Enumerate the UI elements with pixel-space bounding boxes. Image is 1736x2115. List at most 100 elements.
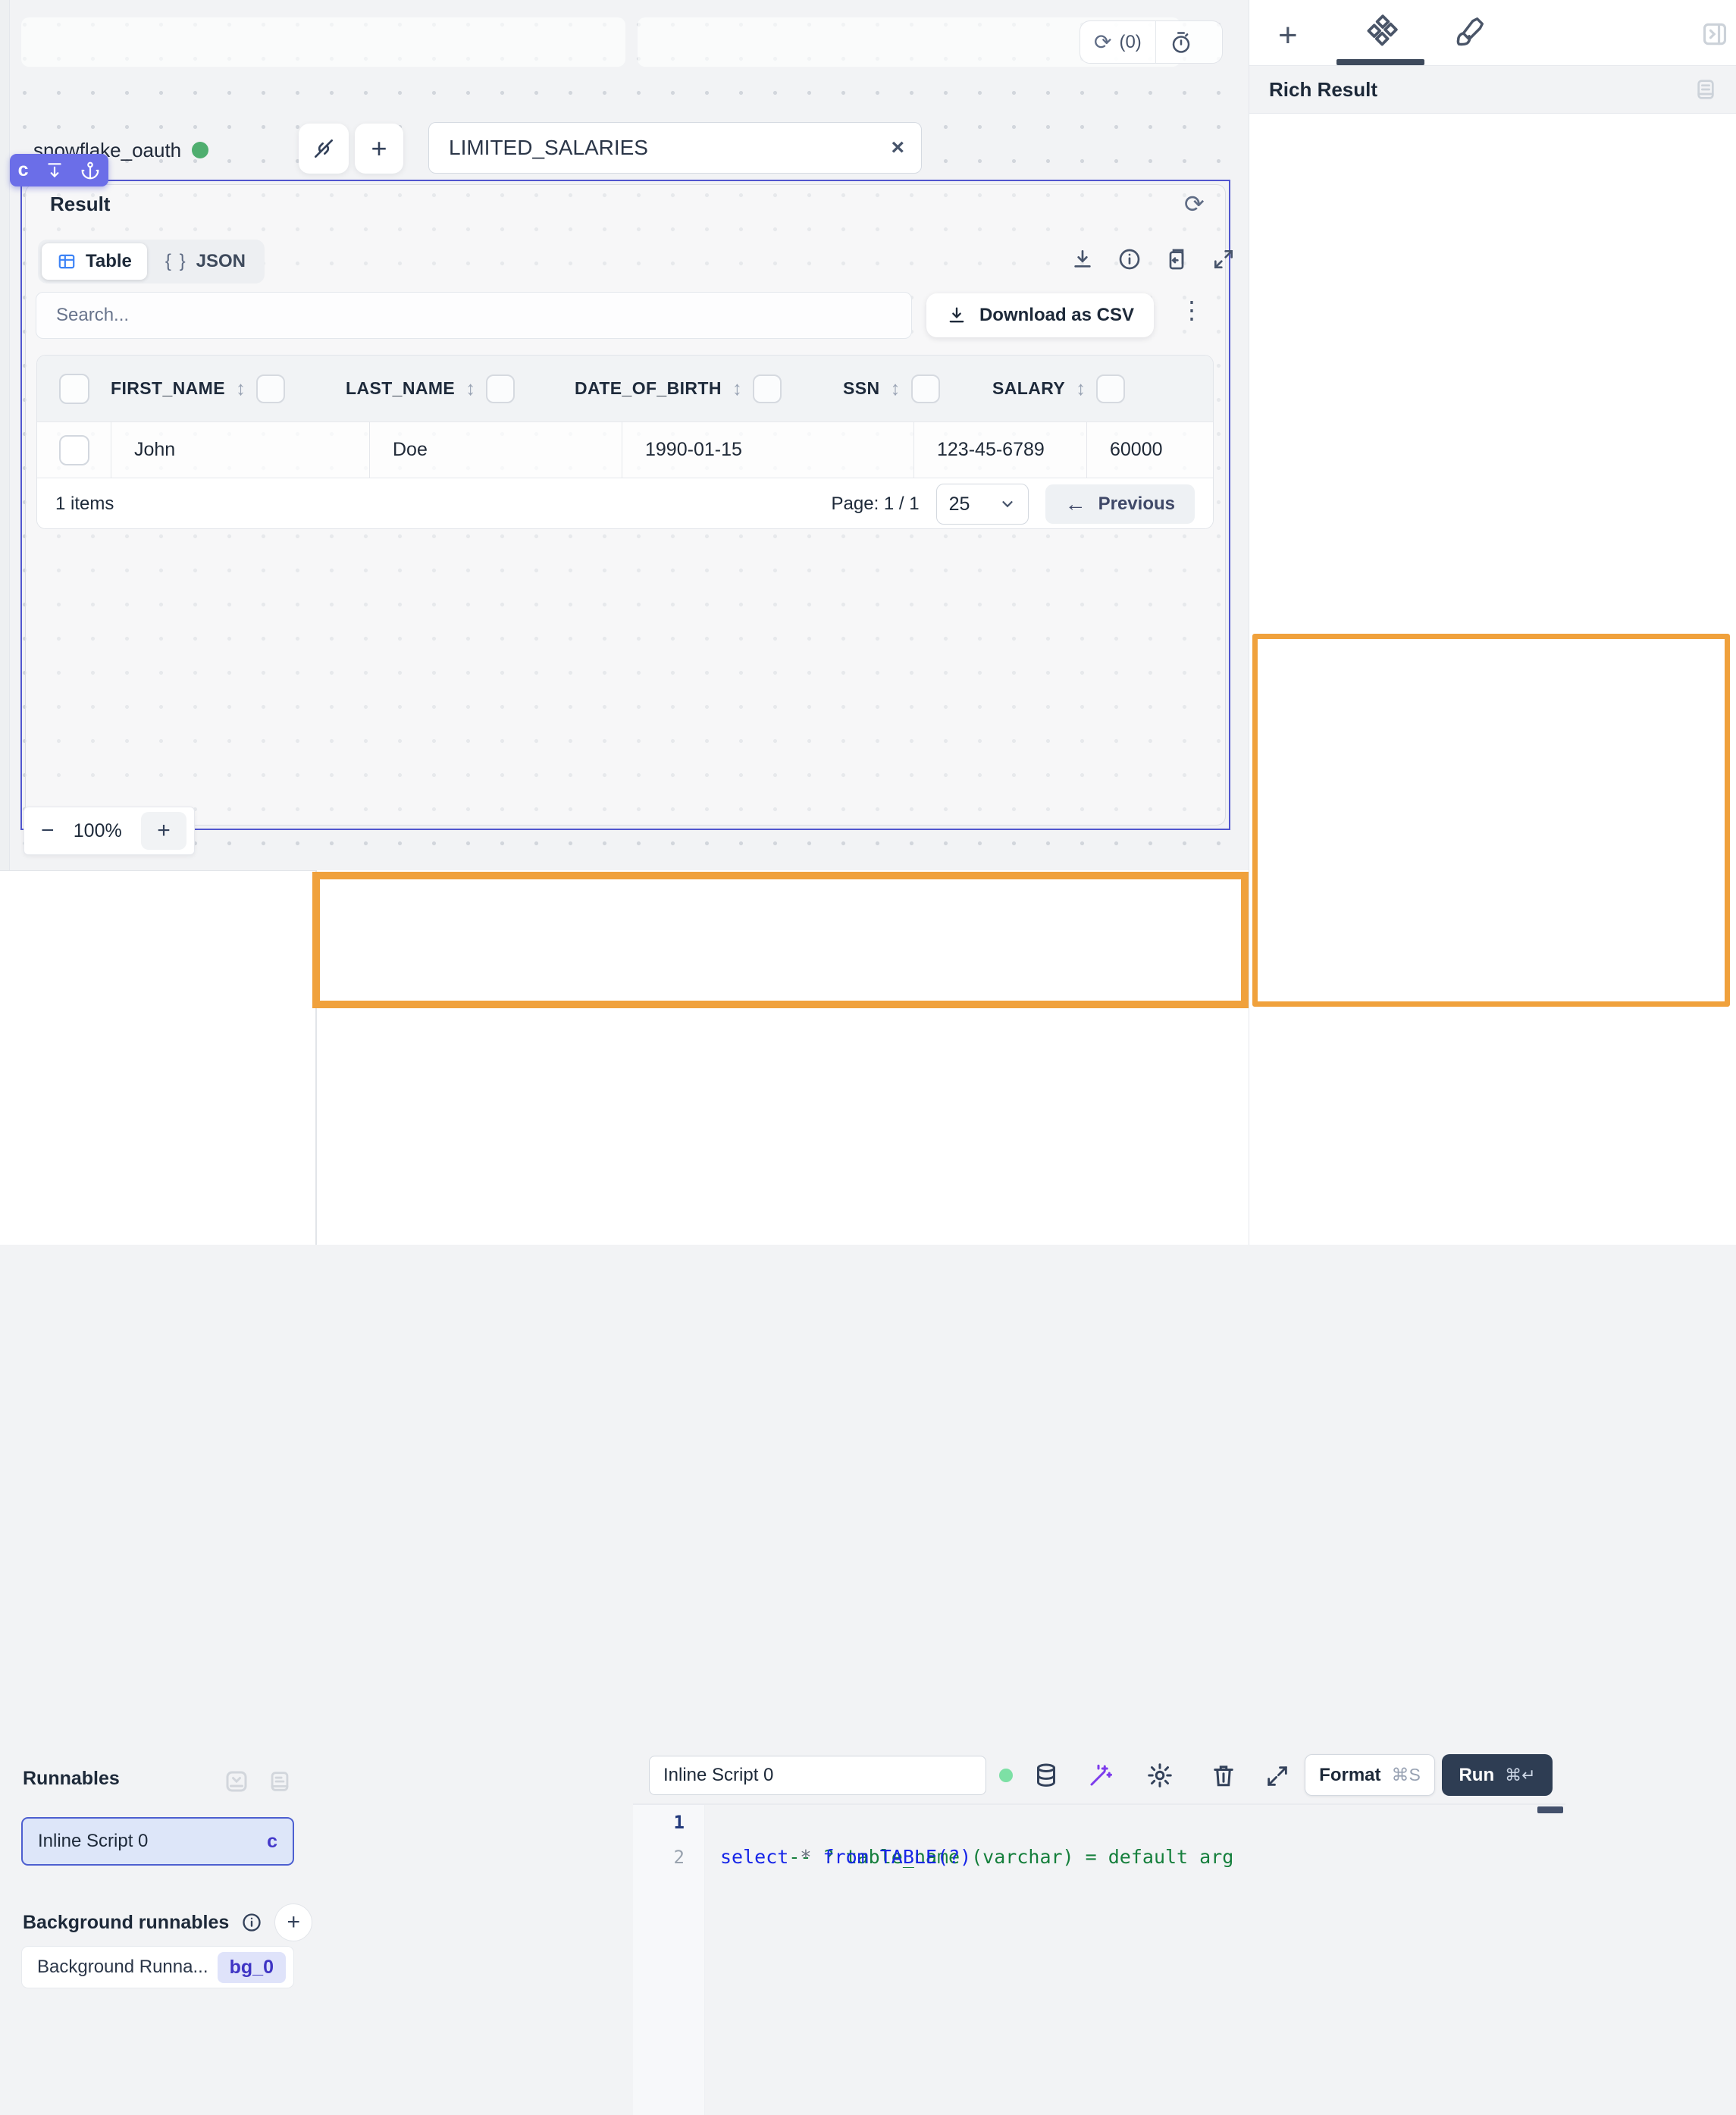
row-checkbox[interactable] bbox=[59, 435, 89, 465]
braces-icon: { } bbox=[165, 251, 187, 272]
col-header[interactable]: SSN ↕ bbox=[843, 356, 992, 421]
plus-icon: + bbox=[371, 133, 387, 164]
script-status-dot bbox=[999, 1769, 1013, 1782]
sort-icon[interactable]: ↕ bbox=[891, 377, 901, 400]
view-tabs: Table { } JSON bbox=[38, 240, 265, 284]
line-number-2: 2 bbox=[633, 1840, 704, 1875]
active-tab-underline bbox=[1336, 59, 1424, 65]
unlink-button[interactable] bbox=[299, 124, 349, 174]
refresh-count: (0) bbox=[1119, 32, 1141, 53]
anchor-icon[interactable] bbox=[80, 161, 100, 180]
insert-tab-plus-icon[interactable]: + bbox=[1278, 17, 1298, 55]
clear-selection-icon[interactable]: × bbox=[891, 135, 904, 161]
sort-icon[interactable]: ↕ bbox=[732, 377, 742, 400]
run-button[interactable]: Run ⌘↵ bbox=[1442, 1754, 1553, 1796]
col-label: SALARY bbox=[992, 378, 1065, 399]
table-row[interactable]: John Doe 1990-01-15 123-45-6789 60000 bbox=[37, 421, 1213, 478]
components-tab-diamonds-icon[interactable] bbox=[1363, 14, 1401, 52]
page-indicator: Page: 1 / 1 bbox=[832, 494, 920, 515]
unlink-icon bbox=[312, 136, 336, 161]
editor-scrollbar-thumb[interactable] bbox=[1537, 1806, 1563, 1813]
download-icon[interactable] bbox=[1070, 247, 1095, 271]
code-editor-panel: Format ⌘S Run ⌘↵ 1 2 -- ? table_name (va… bbox=[316, 870, 1249, 1245]
selection-toolbar[interactable]: c bbox=[10, 154, 108, 186]
zoom-out-button[interactable]: − bbox=[41, 818, 55, 844]
delete-trash-icon[interactable] bbox=[1210, 1762, 1237, 1789]
cell-ssn: 123-45-6789 bbox=[913, 422, 1086, 478]
sql-star: * bbox=[800, 1846, 811, 1868]
styles-tab-brush-icon[interactable] bbox=[1452, 15, 1487, 50]
script-name-input[interactable] bbox=[649, 1756, 986, 1795]
table-select-value: LIMITED_SALARIES bbox=[449, 136, 648, 160]
runnables-list-icon[interactable] bbox=[267, 1768, 293, 1795]
runnables-title: Runnables bbox=[23, 1768, 120, 1790]
runnable-item-inline-script[interactable]: Inline Script 0 c bbox=[21, 1817, 294, 1866]
history-button[interactable] bbox=[1156, 21, 1206, 63]
expand-editor-icon[interactable] bbox=[1264, 1763, 1290, 1789]
column-toggle[interactable] bbox=[256, 374, 285, 403]
inspector-panel: + Rich Result Data source c bbox=[1249, 0, 1736, 1245]
refresh-all-button[interactable]: ⟳ (0) bbox=[1080, 21, 1155, 63]
col-header[interactable]: SALARY ↕ bbox=[992, 356, 1214, 421]
database-icon[interactable] bbox=[1033, 1762, 1060, 1789]
collapse-runnables-icon[interactable] bbox=[223, 1768, 250, 1795]
tab-json-label: JSON bbox=[196, 251, 246, 272]
fullscreen-icon[interactable] bbox=[1211, 247, 1236, 271]
result-table: FIRST_NAME ↕ LAST_NAME ↕ DATE_OF_BIRTH ↕… bbox=[36, 355, 1214, 529]
search-input[interactable] bbox=[36, 292, 912, 339]
add-query-button[interactable]: + bbox=[355, 124, 403, 174]
sort-icon[interactable]: ↕ bbox=[465, 377, 475, 400]
format-button[interactable]: Format ⌘S bbox=[1305, 1754, 1435, 1796]
col-header[interactable]: FIRST_NAME ↕ bbox=[111, 356, 346, 421]
runnables-panel: Runnables Inline Script 0 c Background r… bbox=[0, 870, 316, 1245]
kebab-menu-icon[interactable]: ⋮ bbox=[1180, 296, 1204, 324]
column-toggle[interactable] bbox=[911, 374, 940, 403]
doc-icon[interactable] bbox=[1694, 77, 1718, 102]
code-line-query[interactable]: select * from TABLE(?) bbox=[720, 1840, 971, 1875]
cell-first-name: John bbox=[111, 422, 369, 478]
sort-icon[interactable]: ↕ bbox=[236, 377, 246, 400]
table-grid-icon bbox=[57, 252, 77, 271]
info-icon[interactable] bbox=[1117, 247, 1142, 271]
settings-gear-icon[interactable] bbox=[1146, 1762, 1174, 1789]
line-number-1: 1 bbox=[633, 1805, 704, 1840]
column-toggle[interactable] bbox=[753, 374, 782, 403]
result-toolbar-icons bbox=[1070, 247, 1236, 271]
download-csv-button[interactable]: Download as CSV bbox=[926, 293, 1154, 337]
stopwatch-icon bbox=[1170, 31, 1192, 54]
select-all-checkbox[interactable] bbox=[59, 374, 89, 404]
result-refresh-icon[interactable]: ⟳ bbox=[1184, 190, 1205, 218]
column-toggle[interactable] bbox=[486, 374, 515, 403]
column-toggle[interactable] bbox=[1096, 374, 1125, 403]
page-size-select[interactable]: 25 bbox=[936, 484, 1029, 525]
sort-icon[interactable]: ↕ bbox=[1076, 377, 1086, 400]
items-count: 1 items bbox=[55, 494, 114, 515]
col-header[interactable]: DATE_OF_BIRTH ↕ bbox=[575, 356, 843, 421]
plus-icon: + bbox=[287, 1910, 301, 1935]
space bbox=[811, 1846, 823, 1868]
tab-json[interactable]: { } JSON bbox=[150, 243, 261, 280]
cell-date-of-birth: 1990-01-15 bbox=[622, 422, 913, 478]
col-header[interactable]: LAST_NAME ↕ bbox=[346, 356, 575, 421]
previous-page-button[interactable]: ← Previous bbox=[1045, 484, 1195, 524]
zoom-level: 100% bbox=[74, 820, 122, 842]
result-title: Result bbox=[50, 193, 110, 216]
page-size-value: 25 bbox=[949, 494, 970, 515]
add-background-runnable-button[interactable]: + bbox=[274, 1904, 312, 1941]
placeholder-widget-1[interactable] bbox=[21, 17, 625, 67]
connection-status-dot bbox=[192, 142, 208, 158]
tab-table[interactable]: Table bbox=[42, 243, 147, 280]
row-select-cell[interactable] bbox=[37, 422, 111, 478]
ai-wand-icon[interactable] bbox=[1087, 1762, 1114, 1789]
background-runnable-item[interactable]: Background Runna... bg_0 bbox=[21, 1946, 294, 1988]
table-select[interactable]: LIMITED_SALARIES × bbox=[428, 122, 922, 174]
collapse-panel-icon[interactable] bbox=[1700, 20, 1729, 49]
run-label: Run bbox=[1459, 1765, 1494, 1786]
copy-results-icon[interactable] bbox=[1164, 247, 1189, 271]
col-label: SSN bbox=[843, 378, 880, 399]
runnable-name: Inline Script 0 bbox=[38, 1831, 148, 1852]
zoom-in-button[interactable]: + bbox=[141, 812, 186, 850]
move-down-icon[interactable] bbox=[45, 161, 64, 180]
select-all-cell[interactable] bbox=[37, 356, 111, 421]
canvas-left-rail bbox=[0, 0, 10, 870]
